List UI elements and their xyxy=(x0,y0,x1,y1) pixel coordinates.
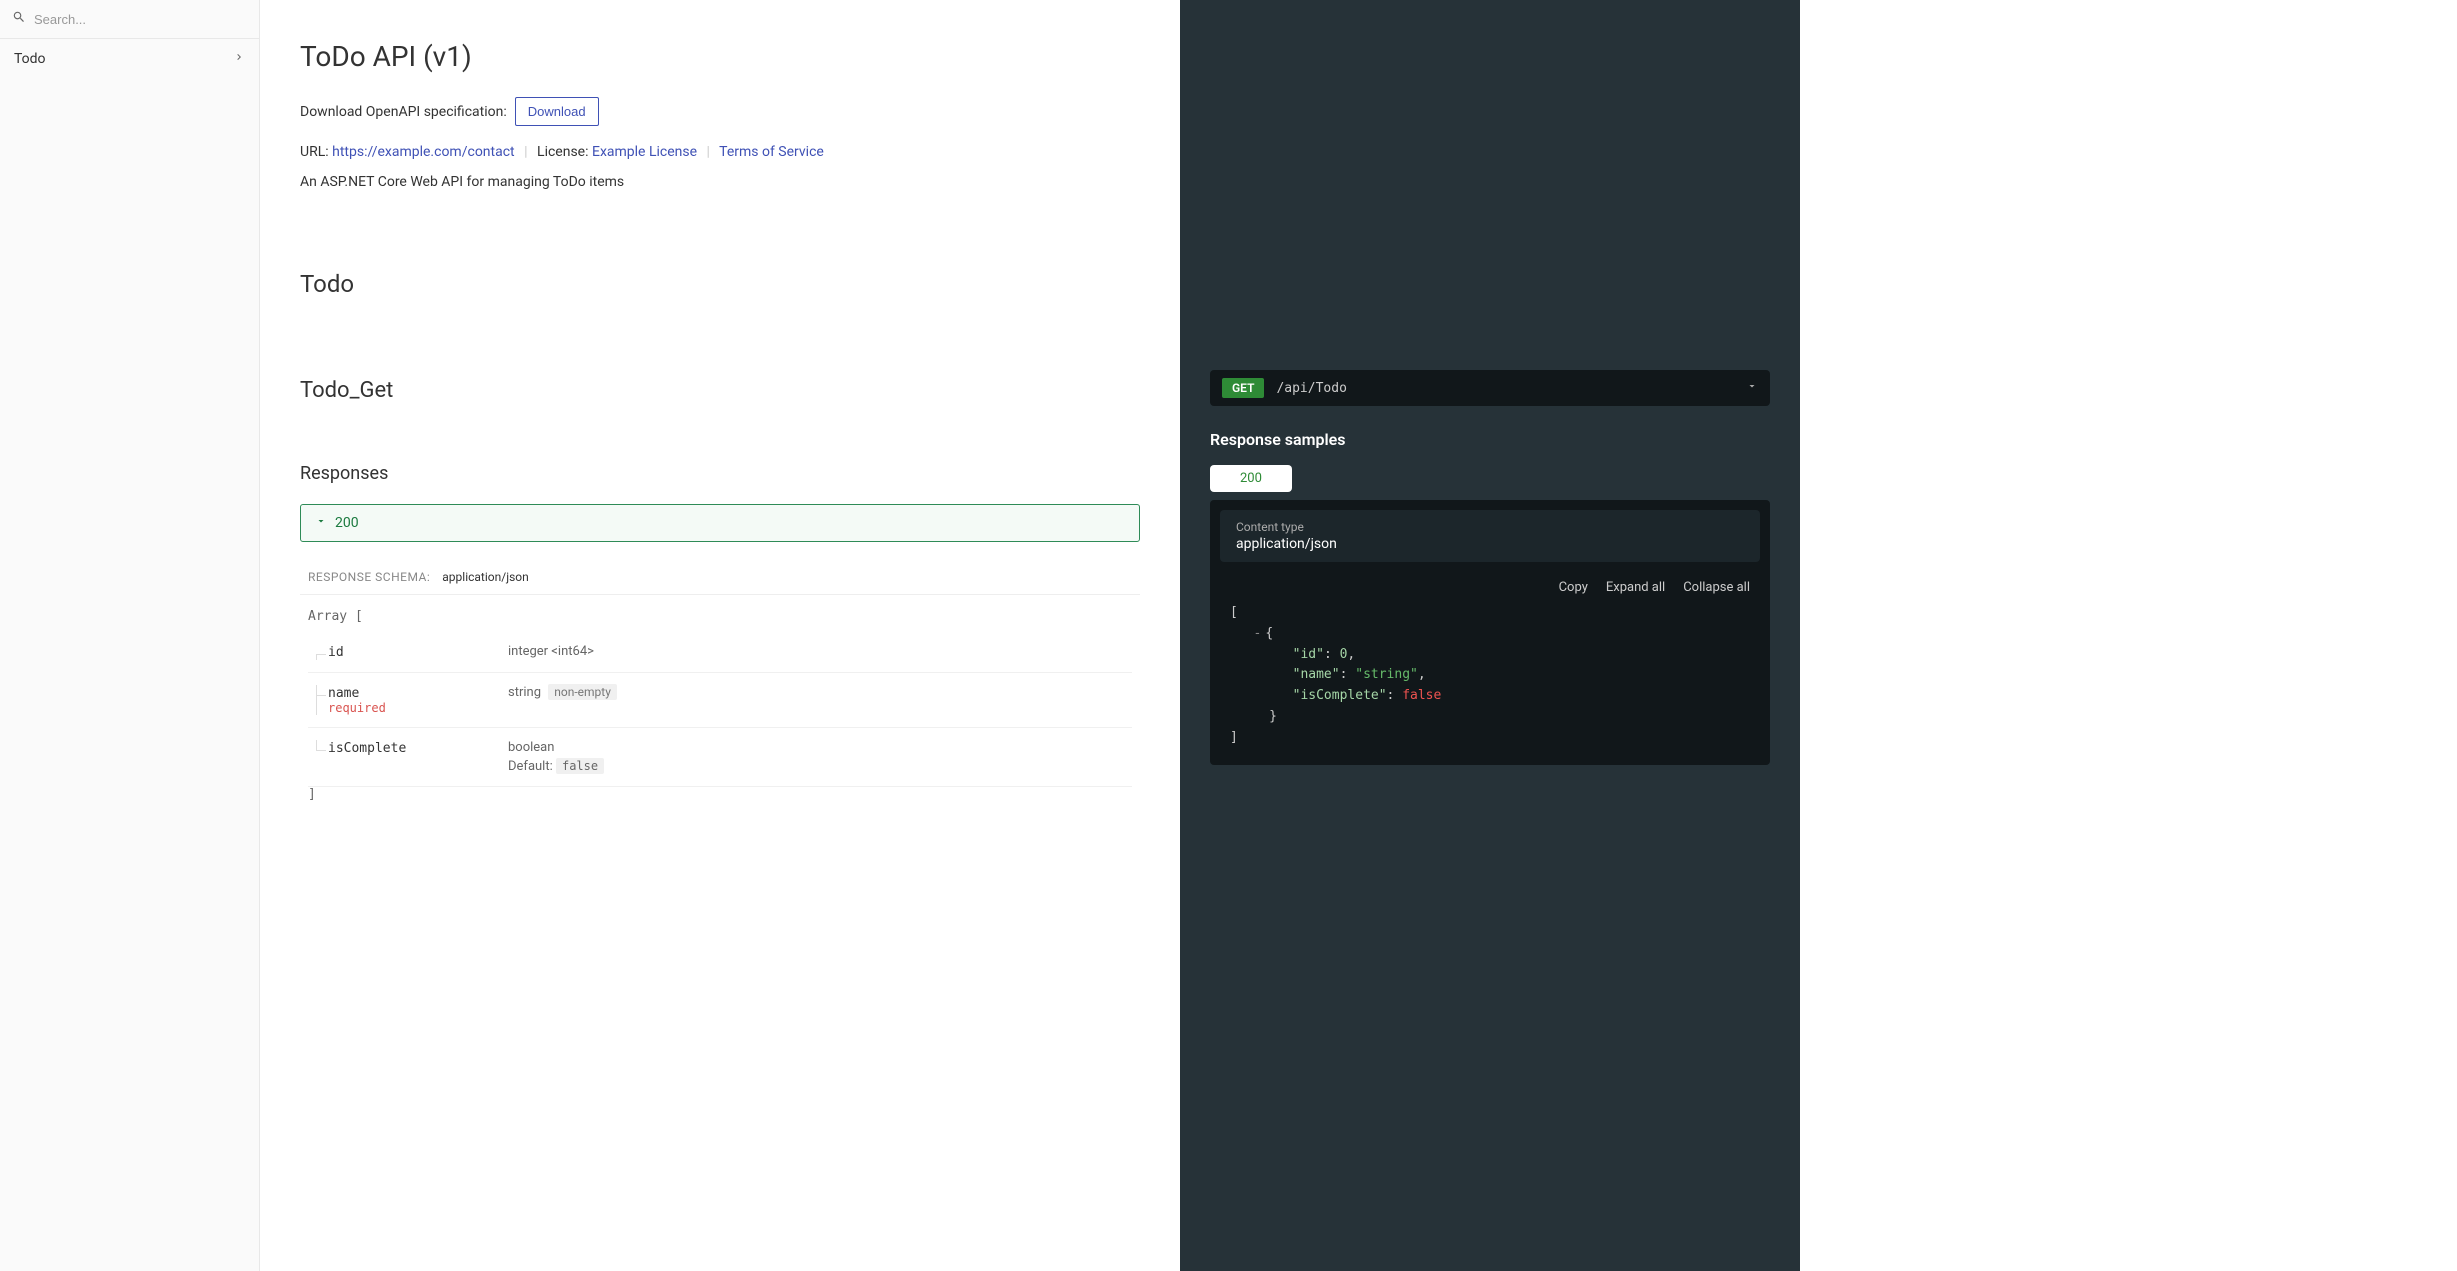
chevron-right-icon xyxy=(233,51,245,67)
sidebar-item-todo[interactable]: Todo xyxy=(0,39,259,79)
response-200-toggle[interactable]: 200 xyxy=(300,504,1140,542)
property-name-cell[interactable]: id xyxy=(308,644,508,660)
spec-row: Download OpenAPI specification: Download xyxy=(300,97,1140,126)
expand-all-button[interactable]: Expand all xyxy=(1606,580,1665,595)
samples-panel: GET /api/Todo Response samples 200 Conte… xyxy=(1180,0,1800,1271)
response-code: 200 xyxy=(335,515,359,531)
property-name-cell[interactable]: isComplete xyxy=(308,740,508,774)
responses-heading: Responses xyxy=(300,463,1140,484)
property-required: required xyxy=(328,701,508,715)
property-name: isComplete xyxy=(328,741,406,756)
property-type: boolean xyxy=(508,740,554,755)
page-title: ToDo API (v1) xyxy=(300,40,1140,73)
schema-media-type: application/json xyxy=(442,570,528,584)
json-key-iscomplete: "isComplete" xyxy=(1293,688,1387,703)
chevron-down-icon xyxy=(1746,380,1758,396)
json-val-iscomplete: false xyxy=(1402,688,1441,703)
array-close[interactable]: ] xyxy=(308,787,1132,802)
json-sample[interactable]: [ -{ "id": 0, "name": "string", "isCompl… xyxy=(1210,603,1770,749)
property-row: name required string non-empty xyxy=(308,673,1132,728)
endpoint-bar[interactable]: GET /api/Todo xyxy=(1210,370,1770,406)
sample-actions: Copy Expand all Collapse all xyxy=(1210,572,1770,603)
contact-url-link[interactable]: https://example.com/contact xyxy=(332,144,515,160)
json-key-name: "name" xyxy=(1293,667,1340,682)
search-input[interactable] xyxy=(34,12,247,27)
property-type-cell: boolean Default: false xyxy=(508,740,1132,774)
property-row: isComplete boolean Default: false xyxy=(308,728,1132,787)
json-open-bracket: [ xyxy=(1230,605,1238,620)
search-wrap xyxy=(0,0,259,39)
array-open[interactable]: Array [ xyxy=(308,609,1132,624)
property-row: id integer <int64> xyxy=(308,632,1132,673)
sample-tab-200[interactable]: 200 xyxy=(1210,465,1292,492)
json-val-name: "string" xyxy=(1355,667,1418,682)
sidebar: Todo xyxy=(0,0,260,1271)
property-type-cell: string non-empty xyxy=(508,685,1132,715)
api-description: An ASP.NET Core Web API for managing ToD… xyxy=(300,174,1140,190)
property-constraint: non-empty xyxy=(548,684,617,700)
http-method-badge: GET xyxy=(1222,378,1264,398)
sidebar-item-label: Todo xyxy=(14,51,46,67)
json-obj-close: } xyxy=(1269,709,1277,724)
schema-body: Array [ id integer <int64> name re xyxy=(300,609,1140,802)
operation-title: Todo_Get xyxy=(300,378,1140,403)
property-name: name xyxy=(328,686,359,701)
url-label: URL: xyxy=(300,144,332,160)
property-type: string xyxy=(508,685,541,700)
property-type: integer <int64> xyxy=(508,644,594,659)
collapse-toggle[interactable]: - xyxy=(1253,626,1261,641)
main: ToDo API (v1) Download OpenAPI specifica… xyxy=(260,0,2457,1271)
response-samples-title: Response samples xyxy=(1210,430,1770,449)
content-type-value: application/json xyxy=(1236,536,1744,552)
copy-button[interactable]: Copy xyxy=(1559,580,1588,595)
schema-header: RESPONSE SCHEMA: application/json xyxy=(300,570,1140,595)
default-value: false xyxy=(556,758,604,774)
chevron-down-icon xyxy=(315,515,327,531)
collapse-all-button[interactable]: Collapse all xyxy=(1683,580,1750,595)
sample-box: Content type application/json Copy Expan… xyxy=(1210,500,1770,765)
content-type-bar[interactable]: Content type application/json xyxy=(1220,510,1760,562)
property-name-cell[interactable]: name required xyxy=(308,685,508,715)
property-type-cell: integer <int64> xyxy=(508,644,1132,660)
search-icon xyxy=(12,10,26,28)
separator: | xyxy=(707,144,710,160)
default-label: Default: xyxy=(508,759,553,774)
properties-table: id integer <int64> name required string … xyxy=(308,632,1132,787)
license-link[interactable]: Example License xyxy=(592,144,697,160)
json-close-bracket: ] xyxy=(1230,730,1238,745)
license-label: License: xyxy=(537,144,592,160)
tos-link[interactable]: Terms of Service xyxy=(719,144,824,160)
content: ToDo API (v1) Download OpenAPI specifica… xyxy=(260,0,1180,1271)
property-name: id xyxy=(328,645,344,660)
separator: | xyxy=(524,144,527,160)
json-obj-open: { xyxy=(1265,626,1273,641)
download-button[interactable]: Download xyxy=(515,97,599,126)
meta-row: URL: https://example.com/contact | Licen… xyxy=(300,144,1140,160)
spec-label: Download OpenAPI specification: xyxy=(300,104,507,120)
endpoint-path: /api/Todo xyxy=(1276,381,1746,396)
schema-label: RESPONSE SCHEMA: xyxy=(308,570,430,584)
tag-title: Todo xyxy=(300,270,1140,298)
content-type-label: Content type xyxy=(1236,520,1744,534)
json-key-id: "id" xyxy=(1293,647,1324,662)
